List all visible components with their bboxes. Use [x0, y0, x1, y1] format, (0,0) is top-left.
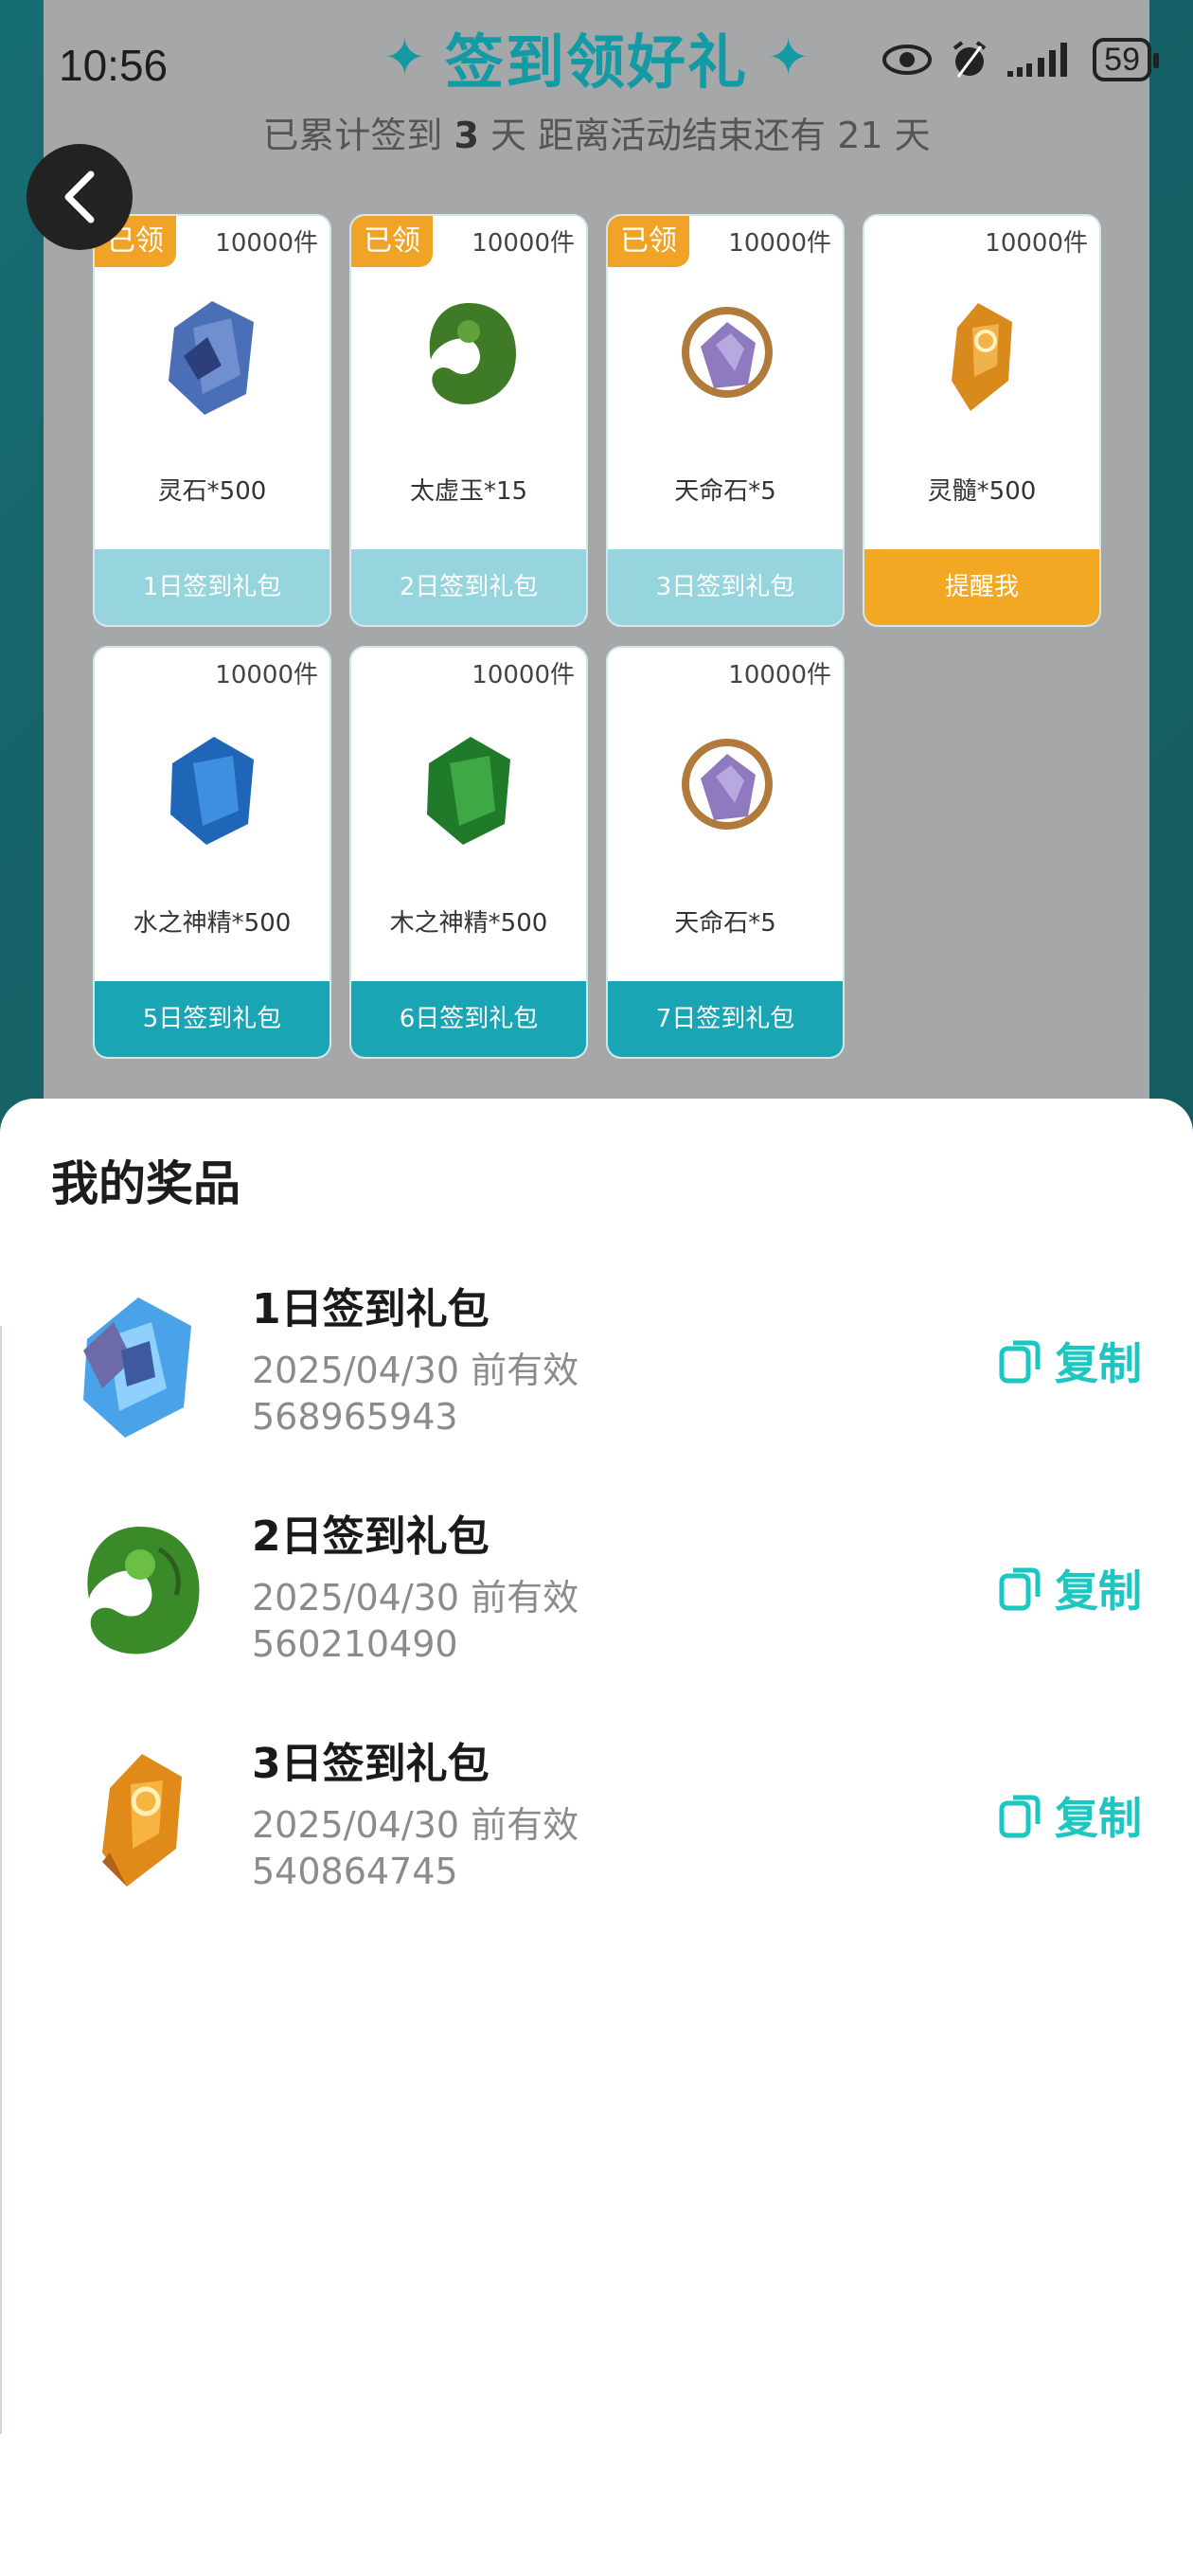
- status-icons: 59: [882, 38, 1159, 81]
- prize-expiry: 2025/04/30 前有效: [252, 1804, 579, 1846]
- sparkle-icon: ✦: [383, 27, 426, 87]
- prize-item: 3日签到礼包 2025/04/30 前有效 540864745 复制: [0, 1729, 1193, 1938]
- prize-expiry: 2025/04/30 前有效: [252, 1350, 579, 1391]
- sheet-title: 我的奖品: [51, 1156, 240, 1211]
- activity-title: 签到领好礼: [444, 27, 748, 97]
- gift-pack-button[interactable]: 2日签到礼包: [351, 549, 586, 625]
- fate-stone-icon: [682, 739, 773, 830]
- reward-card-7: 10000件 天命石*5 7日签到礼包: [606, 646, 845, 1059]
- green-jade-icon: [429, 303, 516, 405]
- prize-code: 540864745: [252, 1851, 458, 1892]
- copy-icon: [999, 1340, 1041, 1384]
- copy-button[interactable]: 复制: [998, 1330, 1142, 1392]
- stock-count: 10000件: [728, 661, 831, 689]
- prize-name: 1日签到礼包: [252, 1285, 490, 1333]
- gift-pack-button[interactable]: 1日签到礼包: [95, 549, 329, 625]
- stock-count: 10000件: [985, 229, 1088, 258]
- stock-count: 10000件: [215, 661, 318, 689]
- stock-count: 10000件: [472, 229, 575, 258]
- prize-code: 560210490: [252, 1623, 458, 1665]
- back-button[interactable]: [27, 144, 133, 250]
- remind-me-button[interactable]: 提醒我: [864, 549, 1099, 625]
- chevron-left-icon: [64, 170, 95, 224]
- gift-pack-button[interactable]: 5日签到礼包: [95, 981, 329, 1057]
- blue-crystal-icon: [169, 301, 254, 415]
- copy-icon: [999, 1567, 1041, 1611]
- stock-count: 10000件: [728, 229, 831, 258]
- prize-name: 3日签到礼包: [252, 1740, 490, 1788]
- water-essence-icon: [170, 737, 254, 845]
- gift-pack-button[interactable]: 3日签到礼包: [608, 549, 843, 625]
- signal-icon: [1007, 43, 1068, 77]
- copy-icon: [999, 1795, 1041, 1838]
- my-prizes-sheet: 我的奖品 1日签到礼包 2025/04/30 前有效 568965943 复制 …: [0, 1099, 1193, 2424]
- alarm-icon: [953, 41, 987, 78]
- reward-card-4: 10000件 灵髓*500 提醒我: [863, 214, 1101, 627]
- activity-subtitle: 已累计签到 3 天 距离活动结束还有 21 天: [262, 115, 931, 156]
- reward-name: 灵石*500: [157, 477, 267, 506]
- prize-name: 2日签到礼包: [252, 1512, 490, 1561]
- eye-icon: [882, 45, 933, 75]
- reward-card-2: 已领 10000件 太虚玉*15 2日签到礼包: [349, 214, 588, 627]
- reward-card-3: 已领 10000件 天命石*5 3日签到礼包: [606, 214, 845, 627]
- activity-title-row: ✦ 签到领好礼 ✦: [256, 19, 937, 98]
- left-edge-line: [0, 1326, 2, 2434]
- fate-stone-icon: [682, 307, 773, 398]
- prize-item: 1日签到礼包 2025/04/30 前有效 568965943 复制: [0, 1275, 1193, 1483]
- status-time: 10:56: [59, 41, 169, 90]
- amber-crystal-icon: [102, 1754, 182, 1887]
- wood-essence-icon: [427, 737, 510, 845]
- screen-bottom-area: [0, 2424, 1193, 2576]
- reward-name: 木之神精*500: [389, 909, 548, 938]
- reward-card-6: 10000件 木之神精*500 6日签到礼包: [349, 646, 588, 1059]
- amber-crystal-icon: [952, 303, 1012, 411]
- copy-button[interactable]: 复制: [998, 1557, 1142, 1619]
- reward-name: 太虚玉*15: [409, 477, 528, 506]
- blue-crystal-icon: [83, 1297, 191, 1438]
- claimed-badge: 已领: [608, 216, 689, 267]
- reward-card-5: 10000件 水之神精*500 5日签到礼包: [93, 646, 331, 1059]
- reward-name: 天命石*5: [674, 477, 776, 506]
- reward-name: 天命石*5: [674, 909, 776, 938]
- copy-button[interactable]: 复制: [998, 1784, 1142, 1847]
- prize-expiry: 2025/04/30 前有效: [252, 1577, 579, 1619]
- stock-count: 10000件: [215, 229, 318, 258]
- gift-pack-button[interactable]: 7日签到礼包: [608, 981, 843, 1057]
- stock-count: 10000件: [472, 661, 575, 689]
- claimed-badge: 已领: [351, 216, 433, 267]
- prize-item: 2日签到礼包 2025/04/30 前有效 560210490 复制: [0, 1502, 1193, 1710]
- reward-name: 水之神精*500: [133, 909, 292, 938]
- reward-card-1: 已领 10000件 灵石*500 1日签到礼包: [93, 214, 331, 627]
- green-jade-icon: [87, 1527, 200, 1655]
- reward-name: 灵髓*500: [927, 477, 1037, 506]
- prize-code: 568965943: [252, 1396, 458, 1438]
- sparkle-icon: ✦: [767, 27, 810, 87]
- battery-indicator: 59: [1093, 38, 1159, 81]
- gift-pack-button[interactable]: 6日签到礼包: [351, 981, 586, 1057]
